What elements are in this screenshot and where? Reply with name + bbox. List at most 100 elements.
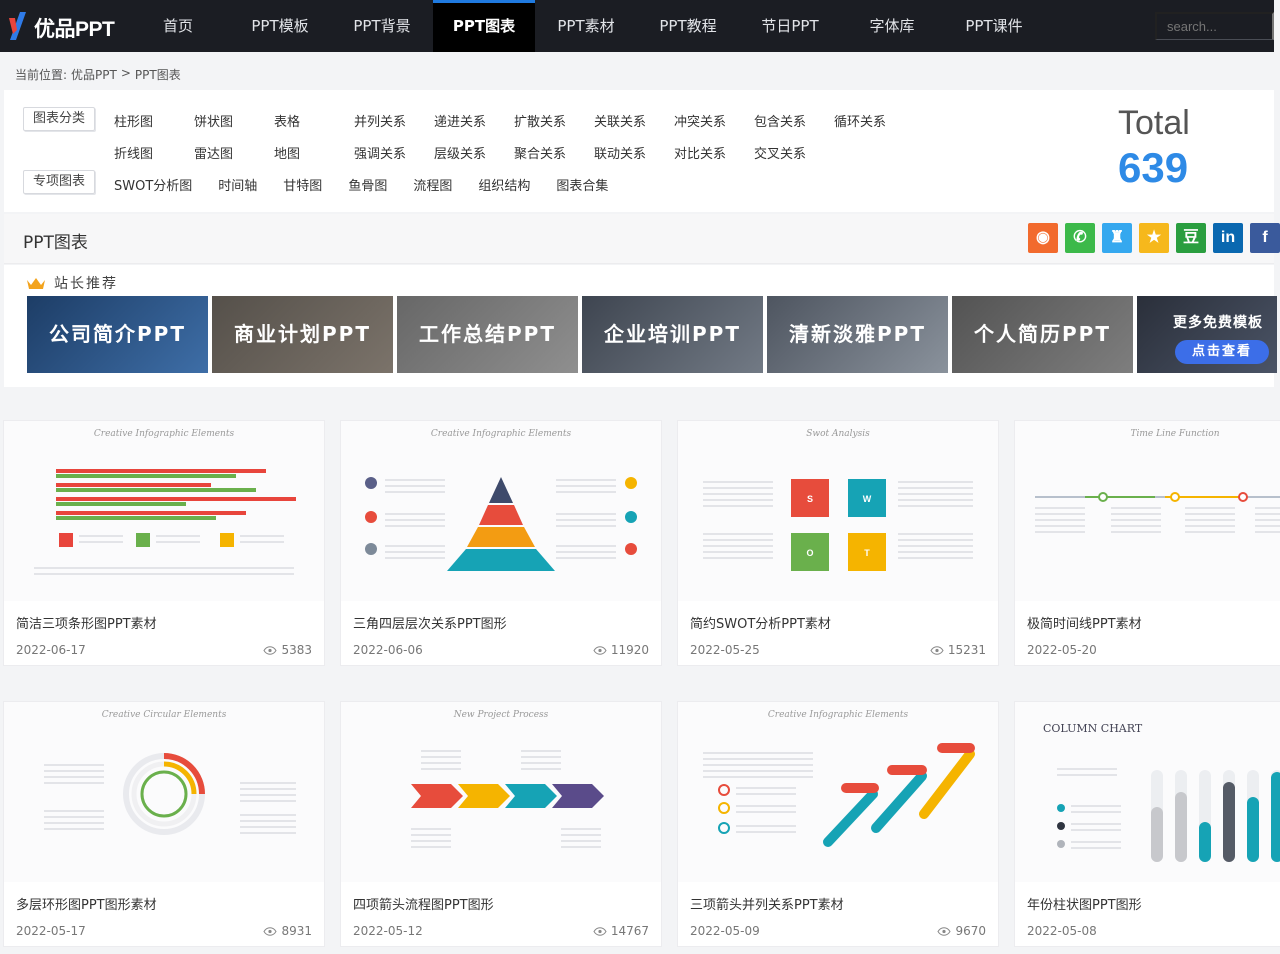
more-templates-card[interactable]: 更多免费模板 点击查看 xyxy=(1137,296,1277,373)
nav-item[interactable]: PPT模板 xyxy=(229,0,331,52)
search-input[interactable] xyxy=(1155,12,1274,40)
category-link[interactable]: 交叉关系 xyxy=(754,143,834,162)
view-count-value: 9670 xyxy=(955,924,986,938)
category-link[interactable]: 图表合集 xyxy=(556,175,608,194)
breadcrumb: 当前位置: 优品PPT > PPT图表 xyxy=(15,66,181,83)
column-bar xyxy=(1247,797,1259,862)
template-title[interactable]: 多层环形图PPT图形素材 xyxy=(16,894,157,913)
nav-item[interactable]: 节日PPT xyxy=(739,0,841,52)
template-title[interactable]: 简洁三项条形图PPT素材 xyxy=(16,613,157,632)
category-link[interactable]: 鱼骨图 xyxy=(348,175,387,194)
category-link[interactable]: 循环关系 xyxy=(834,111,914,130)
template-thumbnail[interactable]: New Project Process xyxy=(341,702,661,882)
section-header: PPT图表 ◉ ✆ ♜ ★ 豆 in f xyxy=(4,214,1280,264)
recommend-card[interactable]: 商业计划PPT xyxy=(212,296,393,373)
recommend-card[interactable]: 工作总结PPT xyxy=(397,296,578,373)
swot-letter: O xyxy=(806,548,813,558)
category-link[interactable]: 表格 xyxy=(274,111,354,130)
category-link[interactable]: 联动关系 xyxy=(594,143,674,162)
bar-green xyxy=(56,516,216,520)
template-thumbnail[interactable]: COLUMN CHART xyxy=(1015,702,1280,882)
site-logo[interactable]: 优品PPT xyxy=(6,8,131,44)
nav-item[interactable]: 字体库 xyxy=(841,0,943,52)
template-card[interactable]: Creative Infographic Elements 三角四层层次关系PPT… xyxy=(340,420,662,666)
template-title[interactable]: 三角四层层次关系PPT图形 xyxy=(353,613,507,632)
template-title[interactable]: 年份柱状图PPT图形 xyxy=(1027,894,1142,913)
template-title[interactable]: 三项箭头并列关系PPT素材 xyxy=(690,894,844,913)
nav-item[interactable]: PPT背景 xyxy=(331,0,433,52)
category-link[interactable]: 关联关系 xyxy=(594,111,674,130)
view-count-value: 15231 xyxy=(947,643,986,657)
template-card[interactable]: Swot Analysis S W O T 简约SWOT分析PPT素材 2022-05-25… xyxy=(677,420,999,666)
view-count: 14767 xyxy=(593,924,649,938)
category-link[interactable]: 层级关系 xyxy=(434,143,514,162)
template-thumbnail[interactable]: Creative Infographic Elements xyxy=(678,702,998,882)
category-link[interactable]: 对比关系 xyxy=(674,143,754,162)
category-link[interactable]: SWOT分析图 xyxy=(114,175,192,194)
category-link[interactable]: 组织结构 xyxy=(478,175,530,194)
logo-mark-icon xyxy=(9,12,26,40)
section-title: PPT图表 xyxy=(23,233,88,253)
category-link[interactable]: 聚合关系 xyxy=(514,143,594,162)
view-count-value: 5383 xyxy=(281,643,312,657)
recommend-card[interactable]: 公司简介PPT xyxy=(27,296,208,373)
recommend-section: 站长推荐 公司简介PPT 商业计划PPT 工作总结PPT 企业培训PPT 清新淡雅PPT… xyxy=(4,265,1277,387)
wechat-icon[interactable]: ✆ xyxy=(1065,223,1095,253)
template-card[interactable]: Creative Infographic Elements 简洁三项条形图PPT素… xyxy=(3,420,325,666)
nav-item[interactable]: 首页 xyxy=(127,0,229,52)
view-more-button[interactable]: 点击查看 xyxy=(1175,340,1269,364)
thumbnail-caption: Time Line Function xyxy=(1130,429,1220,439)
recommend-card[interactable]: 清新淡雅PPT xyxy=(767,296,948,373)
template-title[interactable]: 四项箭头流程图PPT图形 xyxy=(353,894,494,913)
category-link[interactable]: 柱形图 xyxy=(114,111,194,130)
category-link[interactable]: 地图 xyxy=(274,143,354,162)
special-category-row: SWOT分析图 时间轴 甘特图 鱼骨图 流程图 组织结构 图表合集 xyxy=(114,175,634,194)
breadcrumb-current: PPT图表 xyxy=(134,68,181,82)
template-card[interactable]: Creative Infographic Elements 三项箭头并列关系PPT… xyxy=(677,701,999,947)
flow-arrow xyxy=(552,784,604,808)
eye-icon xyxy=(930,645,944,655)
weibo-icon[interactable]: ◉ xyxy=(1028,223,1058,253)
recommend-card[interactable]: 企业培训PPT xyxy=(582,296,763,373)
nav-item[interactable]: PPT素材 xyxy=(535,0,637,52)
template-thumbnail[interactable]: Swot Analysis S W O T xyxy=(678,421,998,601)
qzone-icon[interactable]: ★ xyxy=(1139,223,1169,253)
category-link[interactable]: 甘特图 xyxy=(283,175,322,194)
breadcrumb-home-link[interactable]: 优品PPT xyxy=(71,66,117,83)
category-link[interactable]: 雷达图 xyxy=(194,143,274,162)
template-date: 2022-06-17 xyxy=(16,643,86,657)
template-card[interactable]: COLUMN CHART 年份柱状图PPT图形 2022-05-08 xyxy=(1014,701,1280,947)
template-card[interactable]: Creative Circular Elements 多层环形图PPT图形素材 20… xyxy=(3,701,325,947)
linkedin-icon[interactable]: in xyxy=(1213,223,1243,253)
template-title[interactable]: 简约SWOT分析PPT素材 xyxy=(690,613,831,632)
category-link[interactable]: 扩散关系 xyxy=(514,111,594,130)
category-link[interactable]: 递进关系 xyxy=(434,111,514,130)
facebook-icon[interactable]: f xyxy=(1250,223,1280,253)
douban-icon[interactable]: 豆 xyxy=(1176,223,1206,253)
recommend-title: 站长推荐 xyxy=(54,276,118,292)
template-card[interactable]: New Project Process 四项箭头流程图PPT图形 2022-05-1… xyxy=(340,701,662,947)
qq-icon[interactable]: ♜ xyxy=(1102,223,1132,253)
template-card[interactable]: Time Line Function 极简时间线PPT素材 2022-05-20 xyxy=(1014,420,1280,666)
special-chart-tag: 专项图表 xyxy=(23,170,95,194)
nav-item[interactable]: PPT教程 xyxy=(637,0,739,52)
category-link[interactable]: 饼状图 xyxy=(194,111,274,130)
template-date: 2022-05-25 xyxy=(690,643,760,657)
recommend-header: 站长推荐 xyxy=(26,273,118,293)
nav-item[interactable]: PPT课件 xyxy=(943,0,1045,52)
template-thumbnail[interactable]: Time Line Function xyxy=(1015,421,1280,601)
category-link[interactable]: 强调关系 xyxy=(354,143,434,162)
nav-item[interactable]: PPT图表 xyxy=(433,0,535,52)
template-thumbnail[interactable]: Creative Circular Elements xyxy=(4,702,324,882)
category-link[interactable]: 流程图 xyxy=(413,175,452,194)
category-link[interactable]: 时间轴 xyxy=(218,175,257,194)
category-link[interactable]: 冲突关系 xyxy=(674,111,754,130)
category-link[interactable]: 折线图 xyxy=(114,143,194,162)
chart-category-tag: 图表分类 xyxy=(23,107,95,131)
template-title[interactable]: 极简时间线PPT素材 xyxy=(1027,613,1142,632)
template-thumbnail[interactable]: Creative Infographic Elements xyxy=(4,421,324,601)
category-link[interactable]: 并列关系 xyxy=(354,111,434,130)
recommend-card[interactable]: 个人简历PPT xyxy=(952,296,1133,373)
template-thumbnail[interactable]: Creative Infographic Elements xyxy=(341,421,661,601)
category-link[interactable]: 包含关系 xyxy=(754,111,834,130)
